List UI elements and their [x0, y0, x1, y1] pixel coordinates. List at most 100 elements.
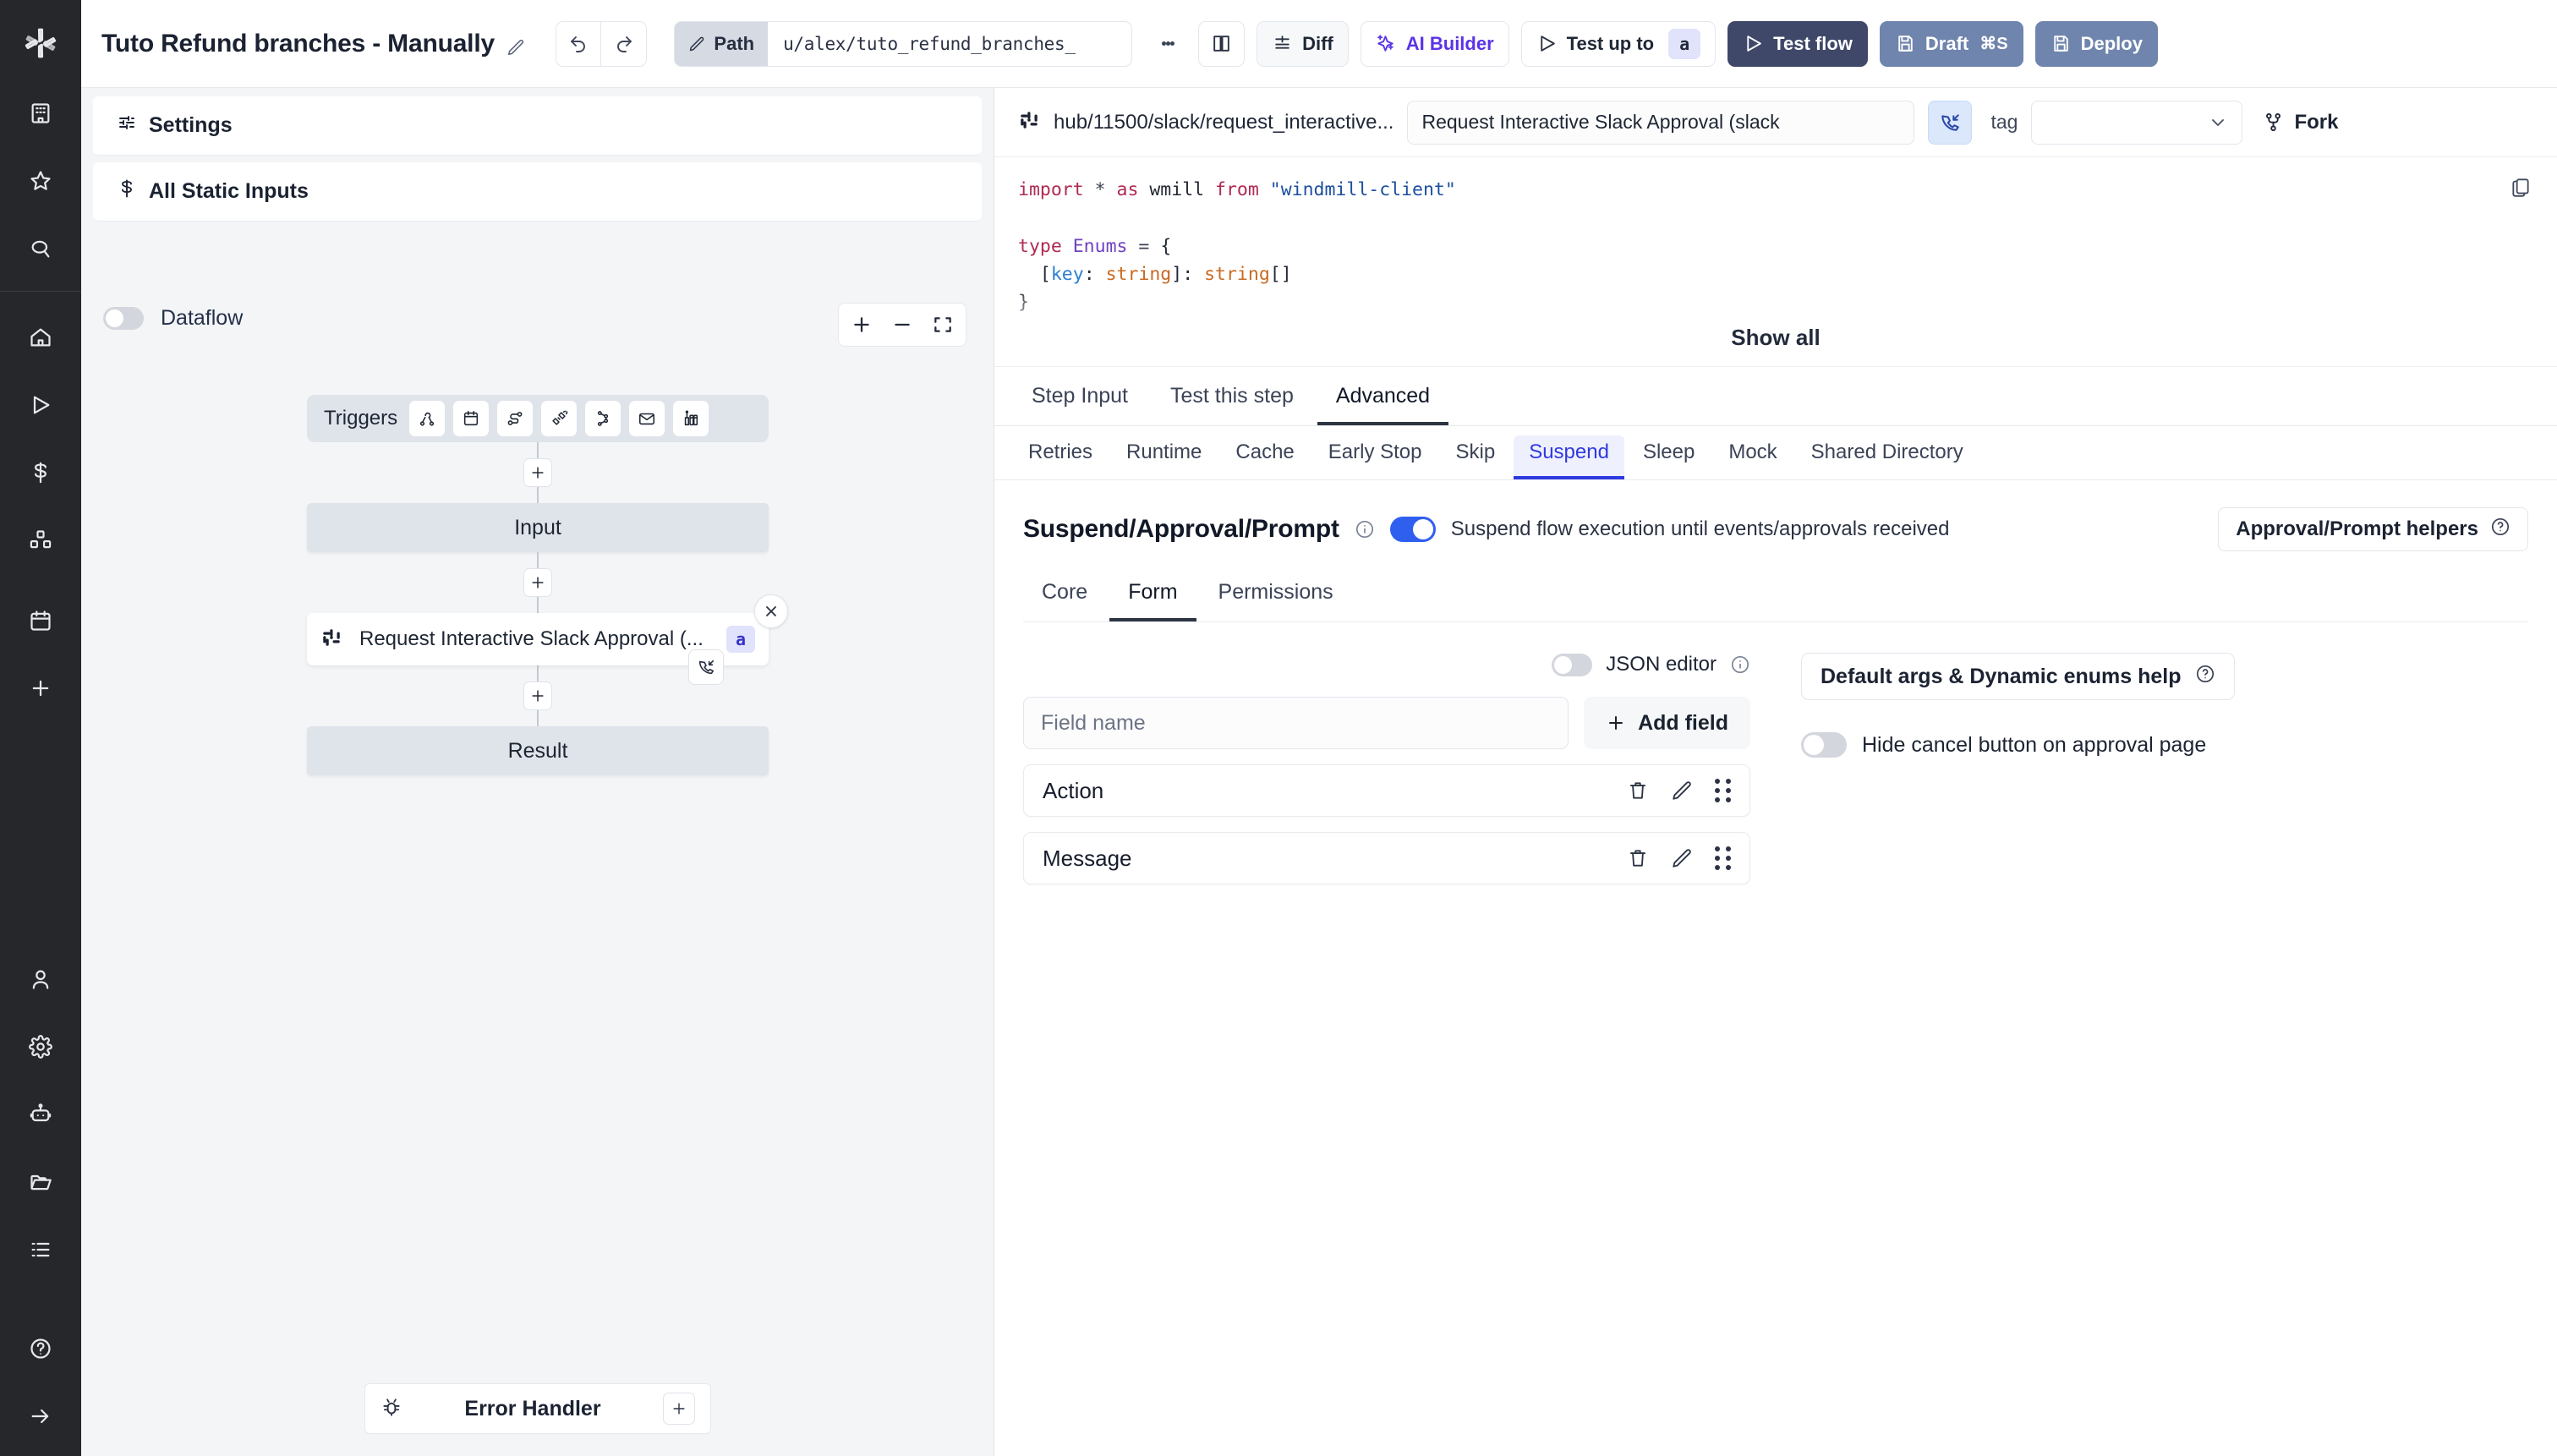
sidebar-item-add[interactable] — [14, 662, 67, 714]
add-field-button[interactable]: Add field — [1584, 697, 1750, 749]
trash-icon[interactable] — [1627, 847, 1649, 869]
draft-button[interactable]: Draft ⌘S — [1879, 20, 2023, 67]
json-editor-info-icon[interactable] — [1730, 654, 1750, 675]
sidebar-item-folders[interactable] — [14, 1156, 67, 1208]
websocket-icon[interactable] — [541, 401, 578, 436]
sidebar-item-settings[interactable] — [14, 1021, 67, 1073]
sidebar-item-workers[interactable] — [14, 953, 67, 1005]
tab-runtime[interactable]: Runtime — [1111, 435, 1217, 479]
add-step-button-3[interactable] — [523, 681, 552, 710]
page-title[interactable]: Tuto Refund branches - Manually — [101, 30, 525, 58]
sidebar-item-agents[interactable] — [14, 1088, 67, 1141]
sidebar-item-resources[interactable] — [14, 514, 67, 567]
suspend-enable-toggle[interactable] — [1389, 517, 1436, 542]
close-icon[interactable] — [754, 594, 788, 628]
docs-button[interactable] — [1198, 20, 1246, 67]
edit-title-pencil-icon[interactable] — [506, 38, 525, 57]
suspend-title: Suspend/Approval/Prompt — [1023, 515, 1339, 543]
settings-accordion[interactable]: Settings — [93, 96, 982, 156]
flow-path-field[interactable]: Path u/alex/tuto_refund_branches_ — [674, 20, 1133, 67]
ai-builder-button[interactable]: AI Builder — [1360, 20, 1509, 67]
fork-button[interactable]: Fork — [2263, 111, 2338, 134]
path-value-text[interactable]: u/alex/tuto_refund_branches_ — [768, 21, 1132, 66]
flow-node-result[interactable]: Result — [307, 726, 769, 775]
sidebar-item-workspace[interactable] — [14, 87, 67, 140]
hide-cancel-toggle[interactable] — [1801, 732, 1847, 758]
fit-view-icon[interactable] — [932, 314, 954, 336]
sidebar-item-search[interactable] — [14, 222, 67, 275]
route-icon[interactable] — [497, 401, 534, 436]
plus-icon[interactable] — [663, 1393, 695, 1425]
json-editor-toggle[interactable] — [1552, 653, 1593, 676]
tab-sleep[interactable]: Sleep — [1628, 435, 1710, 479]
sidebar-item-home[interactable] — [14, 311, 67, 364]
postgres-icon[interactable] — [673, 401, 709, 436]
sidebar-item-runs[interactable] — [14, 379, 67, 431]
tab-shared-directory[interactable]: Shared Directory — [1796, 435, 1979, 479]
all-static-inputs-accordion[interactable]: All Static Inputs — [93, 162, 982, 222]
form-field-row[interactable]: Action — [1023, 764, 1750, 817]
error-handler-row: Error Handler — [81, 1383, 994, 1434]
redo-button[interactable] — [601, 20, 648, 67]
zoom-out-icon[interactable] — [891, 314, 913, 336]
tab-core[interactable]: Core — [1023, 573, 1106, 621]
sidebar-item-schedules[interactable] — [14, 594, 67, 647]
tab-suspend[interactable]: Suspend — [1514, 435, 1624, 479]
dataflow-toggle[interactable] — [103, 307, 144, 330]
deploy-button[interactable]: Deploy — [2034, 20, 2158, 67]
sidebar-item-variables[interactable] — [14, 446, 67, 499]
tab-cache[interactable]: Cache — [1220, 435, 1309, 479]
sidebar-item-expand[interactable] — [14, 1390, 67, 1442]
tab-retries[interactable]: Retries — [1013, 435, 1108, 479]
tab-test-this-step[interactable]: Test this step — [1152, 384, 1312, 425]
tab-skip[interactable]: Skip — [1441, 435, 1511, 479]
code-preview[interactable]: import * as wmill from "windmill-client"… — [994, 157, 2557, 367]
tab-permissions[interactable]: Permissions — [1200, 573, 1352, 621]
trash-icon[interactable] — [1627, 780, 1649, 802]
show-all-button[interactable]: Show all — [994, 325, 2557, 351]
test-up-to-button[interactable]: Test up to a — [1520, 20, 1717, 67]
pencil-icon[interactable] — [1671, 780, 1693, 802]
drag-handle-icon[interactable] — [1715, 779, 1731, 802]
hub-path-text[interactable]: hub/11500/slack/request_interactive... — [1054, 111, 1393, 134]
undo-button[interactable] — [556, 20, 602, 67]
tag-select[interactable] — [2031, 100, 2243, 145]
field-name-input[interactable] — [1023, 697, 1569, 749]
phone-incoming-icon[interactable] — [688, 649, 724, 685]
tab-step-input[interactable]: Step Input — [1013, 384, 1147, 425]
tab-form[interactable]: Form — [1109, 573, 1196, 621]
webhook-icon[interactable] — [409, 401, 446, 436]
sidebar-item-help[interactable] — [14, 1322, 67, 1375]
zoom-in-icon[interactable] — [851, 314, 873, 336]
sidebar-item-favorites[interactable] — [14, 155, 67, 207]
test-flow-button[interactable]: Test flow — [1727, 20, 1868, 67]
more-options-icon[interactable] — [1149, 21, 1186, 67]
flow-node-slack-approval[interactable]: Request Interactive Slack Approval (... … — [307, 594, 788, 685]
email-icon[interactable] — [629, 401, 665, 436]
suspend-indicator-icon[interactable] — [1928, 100, 1973, 145]
copy-icon[interactable] — [2510, 176, 2532, 202]
pencil-icon[interactable] — [1671, 847, 1693, 869]
flow-node-input[interactable]: Input — [307, 503, 769, 552]
drag-handle-icon[interactable] — [1715, 846, 1731, 870]
triggers-node[interactable]: Triggers — [307, 395, 769, 442]
dataflow-toggle-row: Dataflow — [103, 306, 243, 331]
add-step-button-2[interactable] — [523, 568, 552, 597]
schedule-icon[interactable] — [453, 401, 490, 436]
default-args-help-button[interactable]: Default args & Dynamic enums help — [1801, 653, 2235, 700]
flow-canvas[interactable]: Dataflow Triggers Input Request Interact… — [81, 222, 994, 1456]
error-handler-node[interactable]: Error Handler — [364, 1383, 711, 1434]
windmill-logo-icon[interactable] — [0, 7, 81, 79]
diff-button[interactable]: Diff — [1257, 20, 1349, 67]
form-field-row[interactable]: Message — [1023, 832, 1750, 884]
info-icon[interactable] — [1355, 519, 1375, 539]
sidebar-item-audit-logs[interactable] — [14, 1223, 67, 1276]
tab-early-stop[interactable]: Early Stop — [1313, 435, 1437, 479]
tab-advanced[interactable]: Advanced — [1317, 384, 1449, 425]
kafka-icon[interactable] — [585, 401, 621, 436]
tab-mock[interactable]: Mock — [1713, 435, 1792, 479]
add-step-button-1[interactable] — [523, 458, 552, 487]
step-summary-input[interactable] — [1407, 100, 1915, 145]
approval-prompt-helpers-button[interactable]: Approval/Prompt helpers — [2218, 507, 2528, 551]
flow-node-badge: a — [725, 626, 755, 653]
